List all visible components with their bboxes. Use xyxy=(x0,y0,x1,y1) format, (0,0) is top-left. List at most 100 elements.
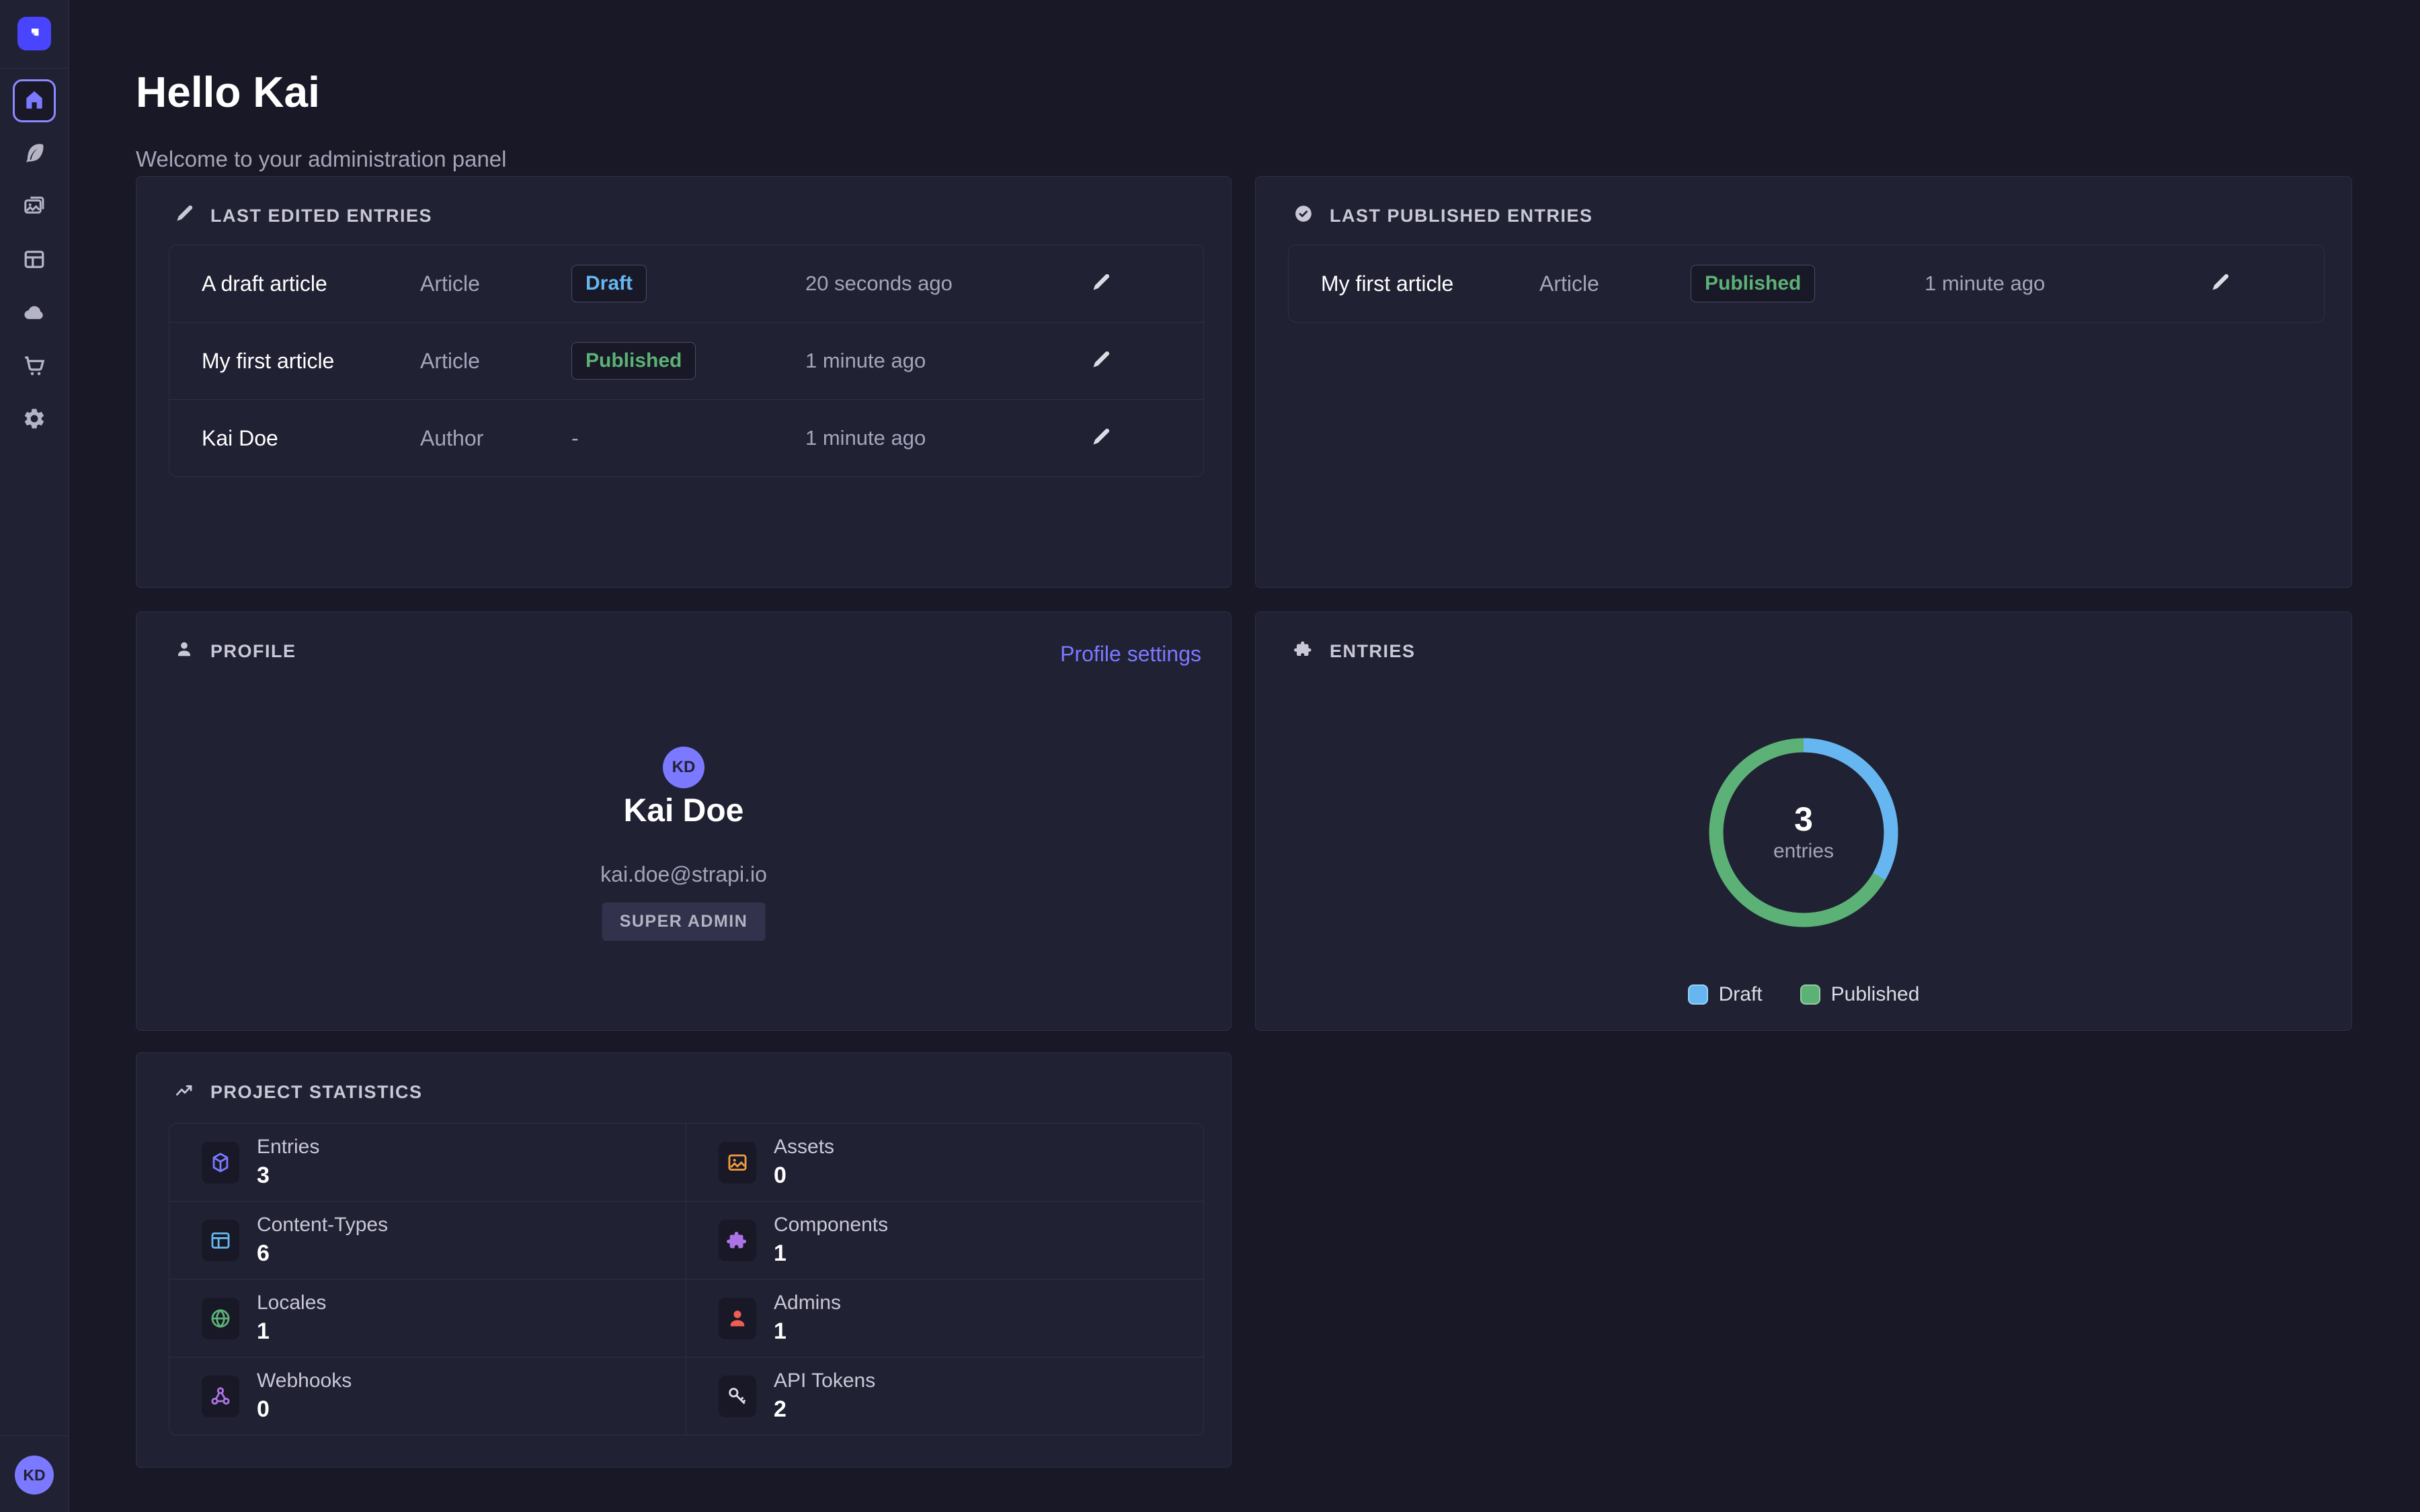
last-published-entries-panel: LAST PUBLISHED ENTRIES My first article … xyxy=(1255,176,2352,588)
status-empty: - xyxy=(571,426,805,451)
entries-icon xyxy=(202,1142,239,1183)
stat-api-tokens: API Tokens 2 xyxy=(686,1357,1203,1435)
edit-entry-button[interactable] xyxy=(1090,349,1111,372)
page-subtitle: Welcome to your administration panel xyxy=(136,146,507,172)
panel-title: LAST EDITED ENTRIES xyxy=(210,206,432,226)
sidebar-user-avatar[interactable]: KD xyxy=(15,1456,54,1495)
edit-entry-button[interactable] xyxy=(1090,272,1111,295)
profile-email: kai.doe@strapi.io xyxy=(136,862,1231,887)
stat-value: 1 xyxy=(774,1241,888,1267)
project-statistics-panel: PROJECT STATISTICS Entries 3 xyxy=(136,1052,1232,1468)
last-edited-entries-table: A draft article Article Draft 20 seconds… xyxy=(169,245,1204,477)
stat-value: 0 xyxy=(257,1396,352,1423)
profile-header: PROFILE xyxy=(174,639,296,664)
legend-item-published: Published xyxy=(1800,983,1920,1006)
stats-row: Content-Types 6 Components 1 xyxy=(169,1201,1203,1279)
last-edited-entries-panel: LAST EDITED ENTRIES A draft article Arti… xyxy=(136,176,1232,588)
legend-item-draft: Draft xyxy=(1688,983,1763,1006)
donut-total: 3 xyxy=(1794,802,1813,836)
locales-icon xyxy=(202,1298,239,1339)
stat-admins: Admins 1 xyxy=(686,1279,1203,1357)
stat-entries: Entries 3 xyxy=(169,1124,686,1201)
legend-chip xyxy=(1688,984,1708,1005)
check-circle-icon xyxy=(1293,204,1314,228)
marketplace-icon xyxy=(22,353,46,380)
trending-up-icon xyxy=(174,1080,194,1105)
entries-donut-chart: 3 entries xyxy=(1703,732,1904,933)
entry-name: My first article xyxy=(1321,271,1539,296)
edit-pencil-icon xyxy=(2210,285,2230,295)
sidebar-item-content-manager[interactable] xyxy=(13,132,56,175)
edit-pencil-icon xyxy=(1090,439,1111,450)
entry-name: A draft article xyxy=(202,271,420,296)
stat-label: Locales xyxy=(257,1292,326,1314)
last-edited-entries-header: LAST EDITED ENTRIES xyxy=(174,204,432,228)
user-icon xyxy=(174,639,194,664)
strapi-logo[interactable] xyxy=(17,17,51,50)
sidebar-divider-bottom xyxy=(0,1435,68,1436)
sidebar-divider-top xyxy=(0,68,68,69)
avatar-initials: KD xyxy=(672,758,696,777)
stat-label: Assets xyxy=(774,1136,834,1159)
profile-settings-link[interactable]: Profile settings xyxy=(1060,642,1201,667)
donut-legend: Draft Published xyxy=(1256,983,2351,1006)
settings-icon xyxy=(22,407,46,433)
content-types-icon xyxy=(202,1220,239,1261)
last-published-entries-table: My first article Article Published 1 min… xyxy=(1288,245,2325,323)
entry-type: Article xyxy=(1539,271,1691,296)
legend-chip xyxy=(1800,984,1820,1005)
entry-name: My first article xyxy=(202,349,420,374)
stat-assets: Assets 0 xyxy=(686,1124,1203,1201)
donut-total-label: entries xyxy=(1773,840,1834,863)
stat-label: Entries xyxy=(257,1136,319,1159)
stat-label: Content-Types xyxy=(257,1214,388,1236)
table-row: A draft article Article Draft 20 seconds… xyxy=(169,245,1203,322)
donut-center: 3 entries xyxy=(1703,732,1904,933)
role-badge: SUPER ADMIN xyxy=(602,902,766,941)
status-badge: Published xyxy=(571,342,696,380)
entry-type: Article xyxy=(420,349,571,374)
sidebar-item-settings[interactable] xyxy=(13,398,56,441)
edit-entry-button[interactable] xyxy=(2210,272,2230,295)
stats-row: Webhooks 0 API Tokens 2 xyxy=(169,1357,1203,1435)
stat-webhooks: Webhooks 0 xyxy=(169,1357,686,1435)
webhooks-icon xyxy=(202,1376,239,1417)
edit-entry-button[interactable] xyxy=(1090,427,1111,450)
stat-value: 0 xyxy=(774,1163,834,1189)
entries-panel: ENTRIES 3 entries Draft Published xyxy=(1255,612,2352,1031)
page-title: Hello Kai xyxy=(136,67,320,117)
edit-pencil-icon xyxy=(1090,285,1111,295)
sidebar-item-marketplace[interactable] xyxy=(13,345,56,388)
status-badge: Published xyxy=(1691,265,1815,302)
puzzle-icon xyxy=(1293,639,1314,664)
entry-type: Author xyxy=(420,426,571,451)
sidebar-item-home[interactable] xyxy=(13,79,56,122)
table-row: My first article Article Published 1 min… xyxy=(169,322,1203,399)
table-row: Kai Doe Author - 1 minute ago xyxy=(169,399,1203,476)
panel-title: PROFILE xyxy=(210,641,296,662)
stat-value: 1 xyxy=(774,1318,841,1345)
stat-label: Admins xyxy=(774,1292,841,1314)
legend-label: Draft xyxy=(1719,983,1763,1006)
panel-title: PROJECT STATISTICS xyxy=(210,1082,423,1103)
edit-pencil-icon xyxy=(1090,362,1111,372)
assets-icon xyxy=(719,1142,756,1183)
sidebar-item-media-library[interactable] xyxy=(13,185,56,228)
sidebar-item-deploy[interactable] xyxy=(13,292,56,335)
stat-content-types: Content-Types 6 xyxy=(169,1202,686,1279)
avatar: KD xyxy=(663,747,704,788)
sidebar-item-content-type-builder[interactable] xyxy=(13,239,56,282)
content-manager-icon xyxy=(22,141,46,167)
legend-label: Published xyxy=(1831,983,1920,1006)
panel-title: LAST PUBLISHED ENTRIES xyxy=(1330,206,1593,226)
deploy-cloud-icon xyxy=(22,300,46,327)
strapi-admin-dashboard: KD Hello Kai Welcome to your administrat… xyxy=(0,0,2420,1512)
sidebar: KD xyxy=(0,0,69,1512)
entry-time: 1 minute ago xyxy=(805,426,1090,450)
stats-row: Locales 1 Admins 1 xyxy=(169,1279,1203,1357)
stat-components: Components 1 xyxy=(686,1202,1203,1279)
stat-value: 6 xyxy=(257,1241,388,1267)
project-statistics-header: PROJECT STATISTICS xyxy=(174,1080,423,1105)
components-icon xyxy=(719,1220,756,1261)
status-badge: Draft xyxy=(571,265,647,302)
